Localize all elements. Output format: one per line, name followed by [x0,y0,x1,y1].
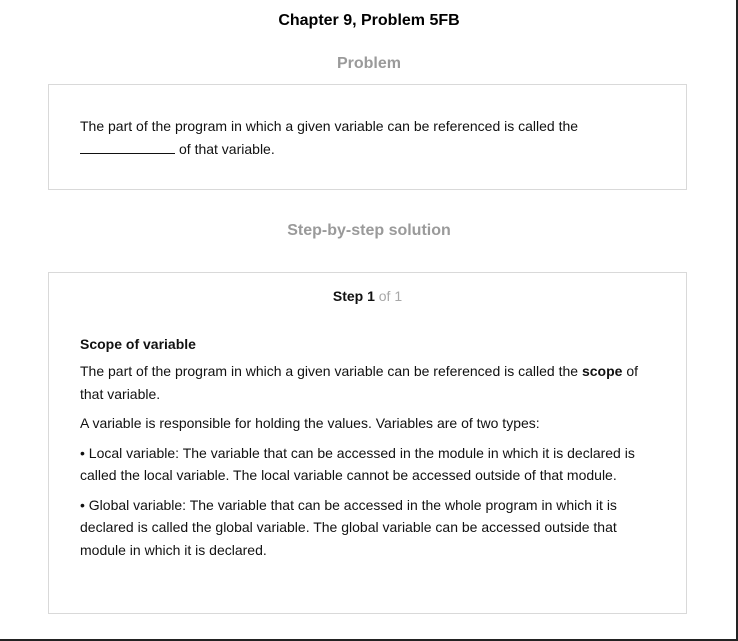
answer-blank [80,139,175,154]
solution-paragraph-local: • Local variable: The variable that can … [80,444,635,484]
solution-heading: Step-by-step solution [287,222,451,239]
solution-paragraph-global: • Global variable: The variable that can… [80,496,617,558]
step-indicator: Step 1 of 1 [80,285,655,308]
scope-term: scope [581,363,623,379]
solution-title: Scope of variable [80,335,196,352]
step-total: of 1 [378,288,403,304]
problem-text: The part of the program in which a given… [80,118,579,134]
problem-card: The part of the program in which a given… [48,84,687,190]
solution-paragraph-2: A variable is responsible for holding th… [80,415,540,431]
step-number: Step 1 [332,288,375,304]
solution-card: Step 1 of 1 Scope of variable The part o… [48,272,687,614]
para1-start: The part of the program in which a given… [80,363,579,379]
problem-heading: Problem [336,55,401,72]
chapter-title: Chapter 9, Problem 5FB [278,12,460,29]
problem-text-end: of that variable. [179,141,275,157]
solution-paragraph-1: The part of the program in which a given… [80,360,655,405]
